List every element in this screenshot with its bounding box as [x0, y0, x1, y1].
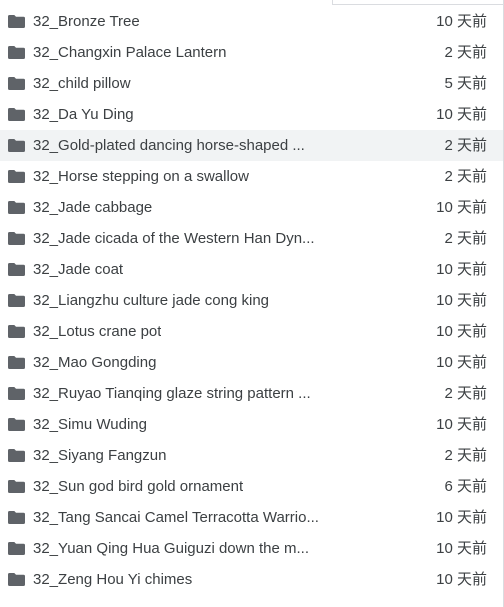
folder-row-10[interactable]: 32_Liangzhu culture jade cong king 10 天前 — [0, 285, 503, 316]
folder-name: 32_Ruyao Tianqing glaze string pattern .… — [33, 385, 311, 402]
folder-icon — [8, 77, 25, 90]
folder-name: 32_Lotus crane pot — [33, 323, 162, 340]
folder-icon — [8, 108, 25, 121]
modified-time: 10 天前 — [436, 106, 487, 123]
folder-row-2[interactable]: 32_Changxin Palace Lantern 2 天前 — [0, 37, 503, 68]
folder-icon — [8, 542, 25, 555]
folder-name: 32_Liangzhu culture jade cong king — [33, 292, 270, 309]
folder-row-17[interactable]: 32_Tang Sancai Camel Terracotta Warrio..… — [0, 502, 503, 533]
modified-time: 10 天前 — [436, 292, 487, 309]
folder-row-8[interactable]: 32_Jade cicada of the Western Han Dyn...… — [0, 223, 503, 254]
folder-icon — [8, 325, 25, 338]
folder-name: 32_Gold-plated dancing horse-shaped ... — [33, 137, 305, 154]
modified-time: 10 天前 — [436, 571, 487, 588]
folder-name: 32_Yuan Qing Hua Guiguzi down the m... — [33, 540, 310, 557]
folder-row-12[interactable]: 32_Mao Gongding 10 天前 — [0, 347, 503, 378]
folder-row-13[interactable]: 32_Ruyao Tianqing glaze string pattern .… — [0, 378, 503, 409]
folder-name: 32_Mao Gongding — [33, 354, 157, 371]
folder-name: 32_Jade coat — [33, 261, 124, 278]
modified-time: 2 天前 — [444, 385, 487, 402]
folder-name: 32_Simu Wuding — [33, 416, 147, 433]
folder-name: 32_Da Yu Ding — [33, 106, 134, 123]
modified-time: 2 天前 — [444, 137, 487, 154]
modified-time: 10 天前 — [436, 261, 487, 278]
folder-row-19[interactable]: 32_Zeng Hou Yi chimes 10 天前 — [0, 564, 503, 595]
modified-time: 10 天前 — [436, 354, 487, 371]
folder-icon — [8, 139, 25, 152]
folder-name: 32_child pillow — [33, 75, 131, 92]
folder-row-5[interactable]: 32_Gold-plated dancing horse-shaped ... … — [0, 130, 503, 161]
modified-time: 10 天前 — [436, 199, 487, 216]
modified-time: 2 天前 — [444, 230, 487, 247]
modified-time: 6 天前 — [444, 478, 487, 495]
folder-icon — [8, 449, 25, 462]
folder-row-14[interactable]: 32_Simu Wuding 10 天前 — [0, 409, 503, 440]
modified-time: 10 天前 — [436, 509, 487, 526]
folder-row-3[interactable]: 32_child pillow 5 天前 — [0, 68, 503, 99]
folder-row-11[interactable]: 32_Lotus crane pot 10 天前 — [0, 316, 503, 347]
file-browser-panel: 32_Bronze Tree 10 天前 32_Changxin Palace … — [0, 0, 504, 607]
folder-name: 32_Bronze Tree — [33, 13, 140, 30]
folder-icon — [8, 356, 25, 369]
folder-icon — [8, 170, 25, 183]
folder-icon — [8, 511, 25, 524]
folder-name: 32_Tang Sancai Camel Terracotta Warrio..… — [33, 509, 319, 526]
modified-time: 10 天前 — [436, 416, 487, 433]
folder-row-6[interactable]: 32_Horse stepping on a swallow 2 天前 — [0, 161, 503, 192]
modified-time: 5 天前 — [444, 75, 487, 92]
folder-row-16[interactable]: 32_Sun god bird gold ornament 6 天前 — [0, 471, 503, 502]
folder-icon — [8, 232, 25, 245]
modified-time: 10 天前 — [436, 540, 487, 557]
folder-name: 32_Sun god bird gold ornament — [33, 478, 244, 495]
folder-name: 32_Siyang Fangzun — [33, 447, 167, 464]
folder-row-18[interactable]: 32_Yuan Qing Hua Guiguzi down the m... 1… — [0, 533, 503, 564]
column-header-edge — [332, 0, 504, 5]
folder-name: 32_Jade cicada of the Western Han Dyn... — [33, 230, 315, 247]
folder-list: 32_Bronze Tree 10 天前 32_Changxin Palace … — [0, 6, 503, 595]
folder-icon — [8, 387, 25, 400]
folder-icon — [8, 46, 25, 59]
folder-name: 32_Zeng Hou Yi chimes — [33, 571, 193, 588]
folder-icon — [8, 294, 25, 307]
folder-icon — [8, 263, 25, 276]
folder-icon — [8, 418, 25, 431]
folder-row-4[interactable]: 32_Da Yu Ding 10 天前 — [0, 99, 503, 130]
folder-icon — [8, 201, 25, 214]
folder-name: 32_Jade cabbage — [33, 199, 153, 216]
folder-row-7[interactable]: 32_Jade cabbage 10 天前 — [0, 192, 503, 223]
modified-time: 2 天前 — [444, 44, 487, 61]
modified-time: 2 天前 — [444, 447, 487, 464]
folder-row-15[interactable]: 32_Siyang Fangzun 2 天前 — [0, 440, 503, 471]
folder-row-1[interactable]: 32_Bronze Tree 10 天前 — [0, 6, 503, 37]
modified-time: 10 天前 — [436, 13, 487, 30]
folder-icon — [8, 15, 25, 28]
folder-name: 32_Horse stepping on a swallow — [33, 168, 249, 185]
modified-time: 2 天前 — [444, 168, 487, 185]
folder-name: 32_Changxin Palace Lantern — [33, 44, 227, 61]
folder-row-9[interactable]: 32_Jade coat 10 天前 — [0, 254, 503, 285]
folder-icon — [8, 573, 25, 586]
folder-icon — [8, 480, 25, 493]
modified-time: 10 天前 — [436, 323, 487, 340]
